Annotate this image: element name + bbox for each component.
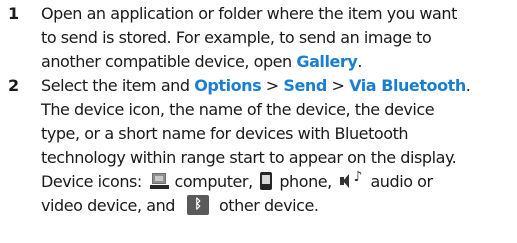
step-line: another compatible device, open Gallery. [41,50,511,74]
instruction-page: 1 Open an application or folder where th… [0,0,517,243]
step-number: 2 [8,76,20,95]
gallery-link: Gallery [296,52,358,71]
step-line: type, or a short name for devices with B… [41,124,409,143]
step-text-segment: another compatible device, open [41,52,297,71]
step-text: Open an application or folder where the … [41,2,511,74]
audio-device-icon: ♪ [340,170,364,190]
step-line: video device, and ᛒ other device. [41,194,511,218]
step-line: Open an application or folder where the … [41,4,457,23]
options-menu-label: Options [194,76,262,95]
step-text: Select the item and Options > Send > Via… [41,74,511,218]
step-line: to send is stored. For example, to send … [41,28,432,47]
step-line: The device icon, the name of the device,… [41,100,435,119]
audio-label: audio or [370,172,433,191]
step-1: 1 Open an application or folder where th… [0,2,517,74]
step-line: Device icons: computer, phone, ♪ audio or [41,170,511,194]
step-number: 1 [8,4,20,23]
step-text-segment: . [465,76,471,95]
menu-separator: > [261,76,284,95]
step-text-segment: video device, and [41,196,175,215]
bluetooth-device-icon: ᛒ [186,195,209,215]
phone-label: phone, [279,172,332,191]
step-text-segment: . [357,52,362,71]
via-bluetooth-menu-label: Via Bluetooth [349,76,466,95]
step-text-segment: Select the item and [41,76,195,95]
step-text-segment: Device icons: [41,172,147,191]
send-menu-label: Send [283,76,327,95]
phone-icon [260,172,273,190]
step-2: 2 Select the item and Options > Send > V… [0,74,517,242]
step-line: Select the item and Options > Send > Via… [41,74,511,98]
computer-label: computer, [174,172,254,191]
menu-separator: > [326,76,350,95]
step-line: technology within range start to appear … [41,148,457,167]
other-device-label: other device. [218,196,319,215]
computer-icon [149,173,169,190]
